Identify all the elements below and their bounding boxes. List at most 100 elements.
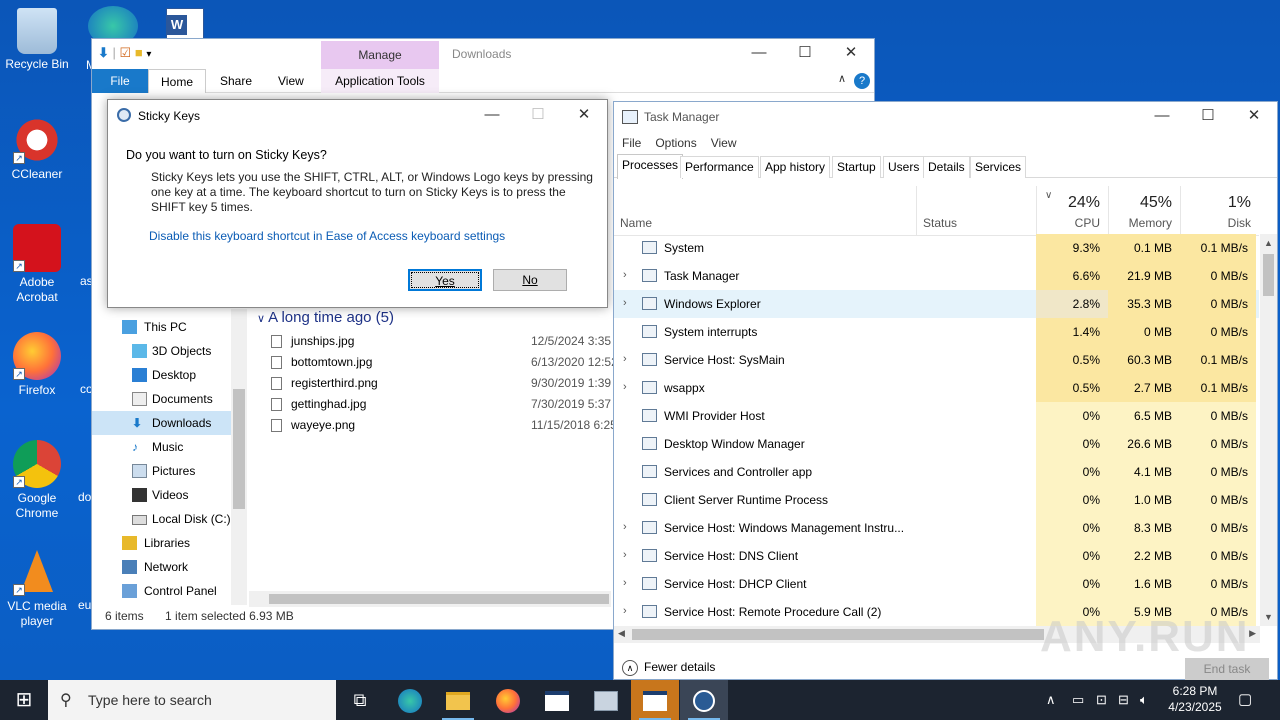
nav-item-this-pc[interactable]: This PC xyxy=(92,315,232,339)
taskbar-ease-of-access[interactable] xyxy=(680,680,728,720)
scrollbar-thumb[interactable] xyxy=(233,389,245,509)
start-button[interactable]: ⊞ xyxy=(0,680,48,720)
taskbar-network-app[interactable] xyxy=(582,680,630,720)
column-cpu[interactable]: ∨ 24% CPU xyxy=(1036,186,1108,236)
process-row[interactable]: › Service Host: Windows Management Instru… xyxy=(614,514,1259,542)
nav-item-music[interactable]: ♪ Music xyxy=(92,435,232,459)
process-row[interactable]: › wsappx 0.5% 2.7 MB 0.1 MB/s xyxy=(614,374,1259,402)
no-button[interactable]: No xyxy=(493,269,567,291)
process-row[interactable]: Desktop Window Manager 0% 26.6 MB 0 MB/s xyxy=(614,430,1259,458)
process-row[interactable]: › Windows Explorer 2.8% 35.3 MB 0 MB/s xyxy=(614,290,1259,318)
taskbar-search-box[interactable]: ⚲ Type here to search xyxy=(48,680,336,720)
close-button[interactable]: ✕ xyxy=(561,100,607,130)
word-document-icon[interactable]: W xyxy=(166,8,204,40)
scroll-left-icon[interactable]: ◀ xyxy=(618,628,625,639)
nav-item-downloads[interactable]: ⬇ Downloads xyxy=(92,411,232,435)
nav-item-libraries[interactable]: Libraries xyxy=(92,531,232,555)
file-row[interactable]: wayeye.png 11/15/2018 6:25 AM xyxy=(271,415,613,436)
process-row[interactable]: WMI Provider Host 0% 6.5 MB 0 MB/s xyxy=(614,402,1259,430)
tab-application-tools[interactable]: Application Tools xyxy=(321,69,439,93)
help-icon[interactable]: ? xyxy=(854,73,870,89)
minimize-button[interactable]: — xyxy=(736,39,782,69)
process-row[interactable]: Client Server Runtime Process 0% 1.0 MB 0 M… xyxy=(614,486,1259,514)
expand-ribbon-icon[interactable]: ∧ xyxy=(838,72,846,85)
column-name[interactable]: Name xyxy=(614,186,916,236)
file-row[interactable]: bottomtown.jpg 6/13/2020 12:52 AM xyxy=(271,352,613,373)
network-icon[interactable]: ⊟ xyxy=(1118,680,1129,720)
chevron-down-icon[interactable]: ▾ xyxy=(146,49,151,60)
yes-button[interactable]: Yes xyxy=(408,269,482,291)
nav-item-control-panel[interactable]: Control Panel xyxy=(92,579,232,603)
task-view-button[interactable]: ⧉ xyxy=(336,680,384,720)
process-row[interactable]: › Service Host: DHCP Client 0% 1.6 MB 0 MB/s xyxy=(614,570,1259,598)
nav-item-desktop[interactable]: Desktop xyxy=(92,363,232,387)
taskbar-file-explorer[interactable] xyxy=(434,680,482,720)
minimize-button[interactable]: — xyxy=(1139,102,1185,132)
battery-icon[interactable]: ▭ xyxy=(1072,680,1084,720)
minimize-button[interactable]: — xyxy=(469,100,515,130)
expand-chevron-icon[interactable]: › xyxy=(623,353,627,365)
tab-app-history[interactable]: App history xyxy=(760,156,831,178)
tab-share[interactable]: Share xyxy=(208,69,264,93)
scrollbar-thumb[interactable] xyxy=(269,594,609,604)
tab-details[interactable]: Details xyxy=(923,156,970,178)
device-icon[interactable]: ⊡ xyxy=(1096,680,1107,720)
process-row[interactable]: System 9.3% 0.1 MB 0.1 MB/s xyxy=(614,234,1259,262)
menu-file[interactable]: File xyxy=(622,132,641,154)
tab-view[interactable]: View xyxy=(266,69,316,93)
tab-performance[interactable]: Performance xyxy=(680,156,759,178)
process-list-vscrollbar[interactable]: ▲ ▼ xyxy=(1260,234,1277,626)
maximize-button[interactable]: ☐ xyxy=(782,39,828,69)
taskbar-active-window[interactable] xyxy=(631,680,679,720)
scroll-down-icon[interactable]: ▼ xyxy=(1264,612,1273,622)
taskbar-firefox[interactable] xyxy=(484,680,532,720)
column-disk[interactable]: 1% Disk xyxy=(1180,186,1259,236)
process-row[interactable]: Services and Controller app 0% 4.1 MB 0 MB/… xyxy=(614,458,1259,486)
process-row[interactable]: › Service Host: DNS Client 0% 2.2 MB 0 MB/s xyxy=(614,542,1259,570)
vlc-shortcut[interactable]: ↗ VLC media player xyxy=(0,548,74,629)
taskbar-edge[interactable] xyxy=(386,680,434,720)
ease-of-access-settings-link[interactable]: Disable this keyboard shortcut in Ease o… xyxy=(149,229,505,243)
process-row[interactable]: › Task Manager 6.6% 21.9 MB 0 MB/s xyxy=(614,262,1259,290)
system-clock[interactable]: 6:28 PM 4/23/2025 xyxy=(1160,683,1230,715)
nav-item-local-disk[interactable]: Local Disk (C:) xyxy=(92,507,232,531)
expand-chevron-icon[interactable]: › xyxy=(623,381,627,393)
recycle-bin-shortcut[interactable]: Recycle Bin xyxy=(0,8,74,72)
expand-chevron-icon[interactable]: › xyxy=(623,521,627,533)
scroll-up-icon[interactable]: ▲ xyxy=(1264,238,1273,248)
expand-chevron-icon[interactable]: › xyxy=(623,577,627,589)
expand-chevron-icon[interactable]: › xyxy=(623,605,627,617)
menu-view[interactable]: View xyxy=(711,132,737,154)
tab-users[interactable]: Users xyxy=(883,156,925,178)
nav-item-documents[interactable]: Documents xyxy=(92,387,232,411)
file-row[interactable]: gettinghad.jpg 7/30/2019 5:37 AM xyxy=(271,394,613,415)
adobe-acrobat-shortcut[interactable]: ↗ Adobe Acrobat xyxy=(0,224,74,305)
down-arrow-icon[interactable]: ⬇ xyxy=(98,45,109,60)
tab-home[interactable]: Home xyxy=(148,69,207,93)
expand-chevron-icon[interactable]: › xyxy=(623,297,627,309)
volume-icon[interactable]: 🔈︎ xyxy=(1140,680,1148,720)
process-row[interactable]: › Service Host: SysMain 0.5% 60.3 MB 0.1 MB/… xyxy=(614,346,1259,374)
firefox-shortcut[interactable]: ↗ Firefox xyxy=(0,332,74,398)
fewer-details-button[interactable]: ∧ Fewer details xyxy=(622,660,715,676)
google-chrome-shortcut[interactable]: ↗ Google Chrome xyxy=(0,440,74,521)
menu-options[interactable]: Options xyxy=(655,132,696,154)
scroll-right-icon[interactable]: ▶ xyxy=(1249,628,1256,639)
tab-file[interactable]: File xyxy=(92,69,148,93)
new-folder-icon[interactable]: ■ xyxy=(135,45,143,60)
notifications-icon[interactable]: ▢ xyxy=(1238,680,1252,720)
column-memory[interactable]: 45% Memory xyxy=(1108,186,1180,236)
group-header[interactable]: ∨ A long time ago (5) xyxy=(257,309,394,326)
manage-contextual-tab[interactable]: Manage xyxy=(321,41,439,69)
close-button[interactable]: ✕ xyxy=(1231,102,1277,132)
taskbar-window-app[interactable] xyxy=(533,680,581,720)
properties-icon[interactable]: ☑ xyxy=(120,45,132,60)
nav-item-network[interactable]: Network xyxy=(92,555,232,579)
file-row[interactable]: junships.jpg 12/5/2024 3:35 AM xyxy=(271,331,613,352)
expand-chevron-icon[interactable]: › xyxy=(623,269,627,281)
ccleaner-shortcut[interactable]: ↗ CCleaner xyxy=(0,116,74,182)
tab-processes[interactable]: Processes xyxy=(617,154,684,179)
nav-item-videos[interactable]: Videos xyxy=(92,483,232,507)
nav-scrollbar[interactable] xyxy=(231,309,247,605)
file-row[interactable]: registerthird.png 9/30/2019 1:39 AM xyxy=(271,373,613,394)
